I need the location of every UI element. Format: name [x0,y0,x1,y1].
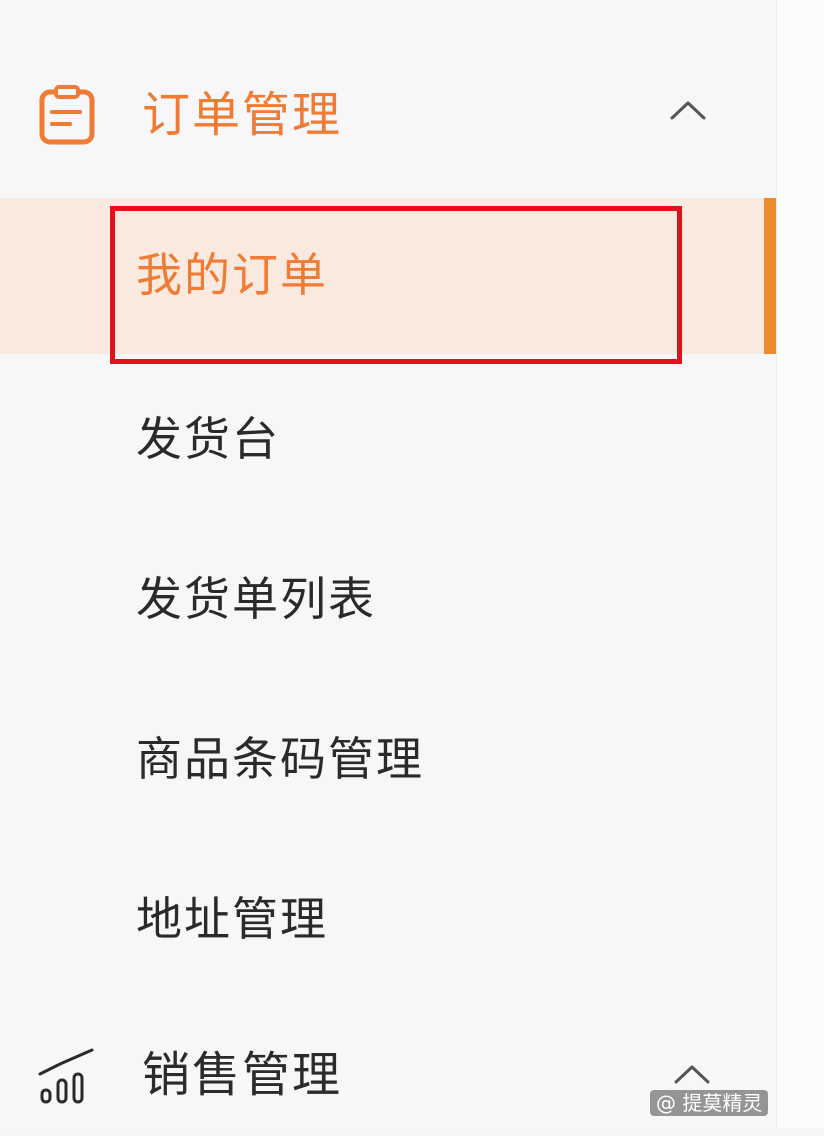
menu-item-shipping-list[interactable]: 发货单列表 [0,522,776,678]
group-title: 订单管理 [142,87,343,143]
menu-item-shipping-desk[interactable]: 发货台 [0,362,776,518]
chevron-up-icon[interactable] [668,98,708,122]
content-area-edge [776,0,824,1128]
clipboard-icon [39,85,95,145]
active-indicator-bar [764,198,776,354]
group-header-order-management[interactable]: 订单管理 [0,56,776,176]
menu-item-label: 发货单列表 [136,572,376,626]
sidebar-menu: 订单管理 我的订单 发货台 发货单列表 商品条码管理 地址管理 销售管理 [0,0,776,1128]
chevron-up-icon[interactable] [672,1062,712,1086]
menu-item-address-management[interactable]: 地址管理 [0,842,776,998]
menu-item-label: 商品条码管理 [136,732,424,786]
group-header-sales-management[interactable]: 销售管理 [0,1016,776,1136]
watermark: @ 提莫精灵 [650,1090,769,1116]
menu-item-my-orders[interactable]: 我的订单 [0,198,776,354]
menu-item-label: 地址管理 [136,892,328,946]
bar-chart-icon [38,1048,94,1104]
menu-item-label: 发货台 [136,412,280,466]
group-title: 销售管理 [142,1047,343,1103]
menu-item-barcode-management[interactable]: 商品条码管理 [0,682,776,838]
menu-item-label: 我的订单 [136,248,328,302]
